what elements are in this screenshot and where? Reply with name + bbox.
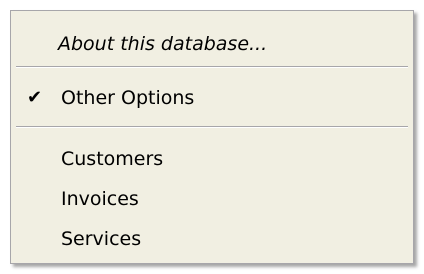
menu-item-customers[interactable]: Customers xyxy=(11,144,413,174)
context-menu: About this database... ✔ Other Options C… xyxy=(10,10,414,264)
menu-item-label: Customers xyxy=(61,148,164,170)
menu-item-invoices[interactable]: Invoices xyxy=(11,184,413,214)
menu-item-about-database[interactable]: About this database... xyxy=(11,29,413,59)
menu-item-label: Invoices xyxy=(61,188,139,210)
menu-item-services[interactable]: Services xyxy=(11,224,413,254)
menu-separator xyxy=(16,126,408,128)
screen: About this database... ✔ Other Options C… xyxy=(0,0,424,274)
menu-item-label: About this database... xyxy=(58,33,268,55)
menu-item-label: Services xyxy=(61,228,142,250)
menu-separator xyxy=(16,66,408,68)
menu-item-other-options[interactable]: ✔ Other Options xyxy=(11,83,413,113)
checkmark-icon: ✔ xyxy=(27,87,43,108)
menu-item-label: Other Options xyxy=(61,87,195,109)
